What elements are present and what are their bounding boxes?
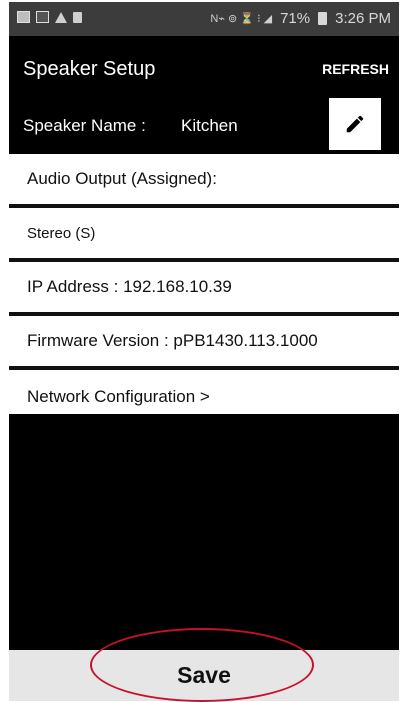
save-button[interactable]: Save: [9, 650, 399, 701]
status-left-icons: [17, 11, 82, 23]
audio-output-label: Audio Output (Assigned):: [27, 169, 217, 188]
gallery-icon: [17, 11, 30, 23]
battery-percent: 71%: [280, 10, 311, 27]
trash-icon: [73, 11, 82, 23]
battery-icon: [318, 12, 328, 25]
warning-icon: [55, 11, 67, 23]
pencil-icon: [346, 115, 364, 133]
audio-output-value: Stereo (S): [27, 224, 96, 242]
audio-output-value-row[interactable]: Stereo (S): [9, 208, 399, 262]
phone-screen: N⌁ ⊚ ⏳ ⁝ ◢ 71% 3:26 PM Speaker Setup REF…: [9, 2, 399, 701]
app-icon: [36, 11, 49, 23]
app-header: Speaker Setup REFRESH Speaker Name : Kit…: [9, 36, 399, 154]
save-label: Save: [177, 662, 231, 688]
speaker-name-value: Kitchen: [181, 116, 238, 135]
status-glyphs: N⌁ ⊚ ⏳ ⁝ ◢: [210, 13, 273, 25]
status-bar: N⌁ ⊚ ⏳ ⁝ ◢ 71% 3:26 PM: [9, 2, 399, 36]
network-configuration-label: Network Configuration >: [27, 387, 210, 406]
settings-list: Audio Output (Assigned): Stereo (S) IP A…: [9, 154, 399, 424]
ip-address: IP Address : 192.168.10.39: [27, 277, 232, 296]
firmware-version: Firmware Version : pPB1430.113.1000: [27, 331, 318, 350]
clock: 3:26 PM: [335, 10, 391, 27]
empty-content-area: [9, 414, 399, 650]
ip-address-row: IP Address : 192.168.10.39: [9, 262, 399, 316]
firmware-row: Firmware Version : pPB1430.113.1000: [9, 316, 399, 370]
speaker-name-label: Speaker Name :: [23, 116, 146, 135]
page-title: Speaker Setup: [23, 58, 156, 80]
audio-output-label-row: Audio Output (Assigned):: [9, 154, 399, 208]
refresh-button[interactable]: REFRESH: [322, 61, 389, 77]
edit-speaker-name-button[interactable]: [329, 98, 381, 150]
status-right: N⌁ ⊚ ⏳ ⁝ ◢ 71% 3:26 PM: [210, 10, 391, 27]
